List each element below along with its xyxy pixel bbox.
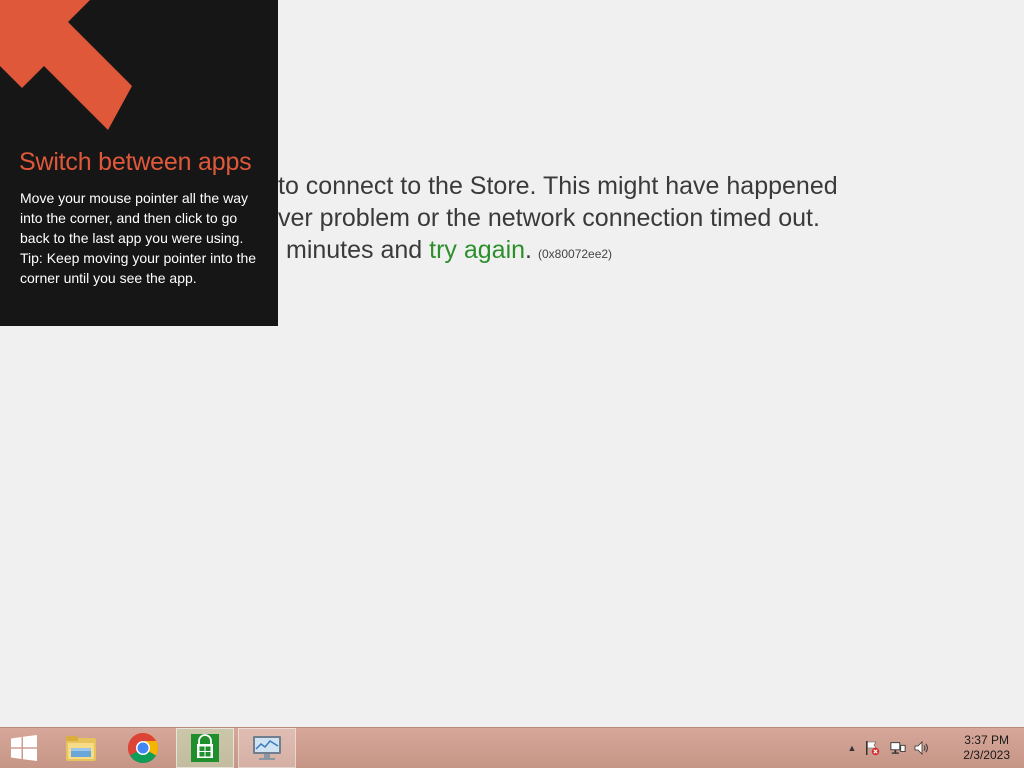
error-line-3: minutes and try again. (0x80072ee2) [286,234,998,270]
folder-icon [66,736,96,761]
clock-time: 3:37 PM [964,733,1009,747]
tip-body: Move your mouse pointer all the way into… [20,188,270,288]
taskbar-remote-desktop[interactable] [238,728,296,768]
store-icon [191,734,219,762]
error-line-2: ver problem or the network connection ti… [278,204,820,232]
corner-arrow-icon [0,0,132,130]
taskbar-store[interactable] [176,728,234,768]
taskbar-clock[interactable]: 3:37 PM 2/3/2023 [963,733,1010,763]
try-again-link[interactable]: try again [429,236,525,264]
error-line-1: to connect to the Store. This might have… [278,172,838,200]
volume-icon[interactable] [914,740,930,756]
action-center-flag-icon[interactable] [864,740,880,756]
monitor-icon [253,736,281,760]
chrome-icon [127,733,159,764]
error-code: (0x80072ee2) [538,247,613,261]
desktop-screen: to connect to the Store. This might have… [0,0,1024,768]
taskbar: ▲ 3:37 PM 2/3/2023 [0,727,1024,768]
taskbar-file-explorer[interactable] [52,728,110,768]
error-line-3-prefix: minutes and [286,236,423,264]
start-button[interactable] [0,728,48,768]
switch-apps-tip: Switch between apps Move your mouse poin… [0,0,278,326]
windows-logo-icon [11,735,37,761]
tip-title: Switch between apps [19,148,252,176]
network-icon[interactable] [890,740,906,756]
show-hidden-icons-icon[interactable]: ▲ [844,740,860,756]
taskbar-chrome[interactable] [114,728,172,768]
tip-hint-text: Tip: Keep moving your pointer into the c… [20,250,257,286]
tip-body-text: Move your mouse pointer all the way into… [20,190,248,246]
store-error-message: to connect to the Store. This might have… [278,170,998,270]
error-line-3-suffix: . [525,236,532,264]
clock-date: 2/3/2023 [963,748,1010,762]
system-tray: ▲ 3:37 PM 2/3/2023 [834,728,1024,768]
